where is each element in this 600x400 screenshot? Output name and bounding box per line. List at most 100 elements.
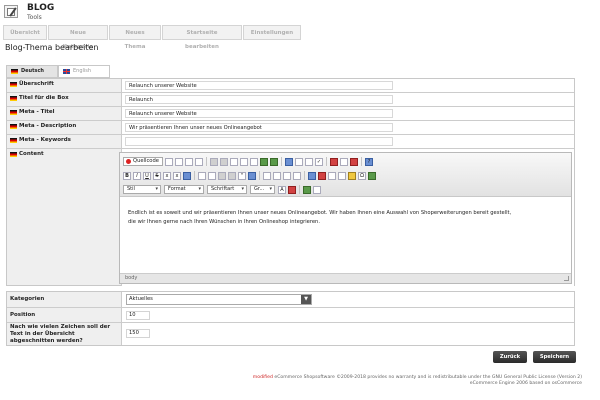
image-icon[interactable] — [308, 171, 316, 180]
select-all-icon[interactable] — [304, 157, 313, 166]
editor-toolbar: Quellcode ✓ ? B I U S x x " Ω Stil ▾ For… — [120, 153, 571, 197]
toolbar-row-3: Stil Format Schriftart Gr... A — [123, 184, 323, 195]
german-flag-icon — [10, 95, 17, 101]
italic-icon[interactable]: I — [133, 171, 141, 180]
redo-icon[interactable] — [269, 157, 278, 166]
label-headline-text: Überschrift — [19, 81, 54, 87]
resize-grip-icon[interactable] — [564, 276, 569, 281]
german-flag-icon — [10, 109, 17, 115]
paste-word-icon[interactable] — [249, 157, 258, 166]
replace-icon[interactable] — [294, 157, 303, 166]
indent-icon[interactable] — [228, 171, 236, 180]
subscript-icon[interactable]: x — [163, 171, 171, 180]
position-input[interactable]: 10 — [126, 311, 150, 320]
categories-select[interactable]: Aktuelles ▼ — [126, 294, 312, 305]
header: BLOG Tools — [0, 0, 600, 24]
bullet-list-icon[interactable] — [208, 171, 216, 180]
toolbar-separator — [259, 171, 260, 180]
toolbar-row-2: B I U S x x " Ω — [123, 170, 378, 181]
align-right-icon[interactable] — [283, 171, 291, 180]
nav-tab-settings[interactable]: Einstellungen — [243, 25, 301, 40]
font-select[interactable]: Schriftart — [207, 185, 247, 194]
anchor-icon[interactable] — [349, 157, 358, 166]
element-path[interactable]: body — [125, 275, 137, 281]
row-position: Position 10 — [7, 308, 574, 323]
templates-icon[interactable] — [194, 157, 203, 166]
meta-description-input[interactable]: Wir präsentieren Ihnen unser neues Onlin… — [125, 123, 393, 132]
headline-input[interactable]: Relaunch unserer Website — [125, 81, 393, 90]
numbered-list-icon[interactable] — [198, 171, 206, 180]
tab-german-label: Deutsch — [21, 68, 44, 74]
copy-icon[interactable] — [219, 157, 228, 166]
footer-line-2: eCommerce Engine 2006 based on osCommerc… — [469, 381, 582, 386]
meta-title-input[interactable]: Relaunch unserer Website — [125, 109, 393, 118]
footer-text: eCommerce Shopsoftware ©2009-2018 provid… — [272, 375, 582, 380]
find-icon[interactable] — [284, 157, 293, 166]
blockquote-icon[interactable]: " — [238, 171, 246, 180]
div-container-icon[interactable] — [248, 171, 256, 180]
special-char-icon[interactable]: Ω — [358, 171, 366, 180]
toolbar-separator — [280, 157, 282, 166]
iframe-icon[interactable] — [368, 171, 376, 180]
size-select[interactable]: Gr... — [250, 185, 275, 194]
nav-tab-overview[interactable]: Übersicht — [3, 25, 47, 40]
tab-english[interactable]: English — [58, 65, 110, 78]
app-title: BLOG — [27, 3, 55, 13]
text-color-icon[interactable]: A — [278, 185, 286, 194]
spellcheck-icon[interactable]: ✓ — [314, 157, 323, 166]
paste-icon[interactable] — [229, 157, 238, 166]
style-select[interactable]: Stil — [123, 185, 161, 194]
show-blocks-icon[interactable] — [313, 185, 321, 194]
source-button[interactable]: Quellcode — [123, 157, 163, 166]
nav-tab-new-topic[interactable]: Neues Thema — [109, 25, 161, 50]
format-select[interactable]: Format — [164, 185, 204, 194]
cell-meta-keywords — [121, 135, 574, 148]
content-line-2: die wir Ihnen gerne nach Ihren Wünschen … — [128, 219, 320, 225]
remove-format-icon[interactable] — [183, 171, 191, 180]
print-icon[interactable] — [184, 157, 193, 166]
maximize-icon[interactable] — [303, 185, 311, 194]
background-color-icon[interactable] — [288, 185, 296, 194]
outdent-icon[interactable] — [218, 171, 226, 180]
smiley-icon[interactable] — [348, 171, 356, 180]
align-left-icon[interactable] — [263, 171, 271, 180]
nav-tab-edit-startpage[interactable]: Startseite bearbeiten — [162, 25, 242, 50]
footer-brand[interactable]: modified — [253, 375, 273, 380]
align-justify-icon[interactable] — [293, 171, 301, 180]
help-icon[interactable]: ? — [364, 157, 373, 166]
table-icon[interactable] — [328, 171, 336, 180]
save-button[interactable]: Speichern — [533, 351, 576, 363]
link-icon[interactable] — [329, 157, 338, 166]
nav-tab-new-category[interactable]: Neue Kategorie — [48, 25, 108, 50]
label-meta-title: Meta - Titel — [10, 109, 55, 115]
superscript-icon[interactable]: x — [173, 171, 181, 180]
horizontal-line-icon[interactable] — [338, 171, 346, 180]
label-meta-description-text: Meta - Description — [19, 123, 77, 129]
editor-content[interactable]: Endlich ist es soweit und wir präsentier… — [128, 209, 548, 227]
box-title-input[interactable]: Relaunch — [125, 95, 393, 104]
bold-icon[interactable]: B — [123, 171, 131, 180]
new-page-icon[interactable] — [174, 157, 183, 166]
toolbar-separator — [299, 185, 300, 194]
underline-icon[interactable]: U — [143, 171, 151, 180]
row-box-title: Titel für die Box Relaunch — [7, 93, 574, 107]
cut-icon[interactable] — [209, 157, 218, 166]
undo-icon[interactable] — [259, 157, 268, 166]
save-icon[interactable] — [164, 157, 173, 166]
flash-icon[interactable] — [318, 171, 326, 180]
char-limit-input[interactable]: 150 — [126, 329, 150, 338]
paste-text-icon[interactable] — [239, 157, 248, 166]
meta-keywords-input[interactable] — [125, 137, 393, 146]
toolbar-row-1: Quellcode ✓ ? — [123, 156, 375, 167]
label-meta-title-text: Meta - Titel — [19, 109, 55, 115]
uk-flag-icon — [63, 69, 70, 74]
label-box-title: Titel für die Box — [10, 95, 69, 101]
unlink-icon[interactable] — [339, 157, 348, 166]
row-meta-keywords: Meta - Keywords — [7, 135, 574, 149]
strikethrough-icon[interactable]: S — [153, 171, 161, 180]
row-headline: Überschrift Relaunch unserer Website — [7, 79, 574, 93]
align-center-icon[interactable] — [273, 171, 281, 180]
tab-german[interactable]: Deutsch — [6, 65, 58, 78]
back-button[interactable]: Zurück — [493, 351, 527, 363]
language-tabs: Deutsch English — [6, 65, 110, 78]
